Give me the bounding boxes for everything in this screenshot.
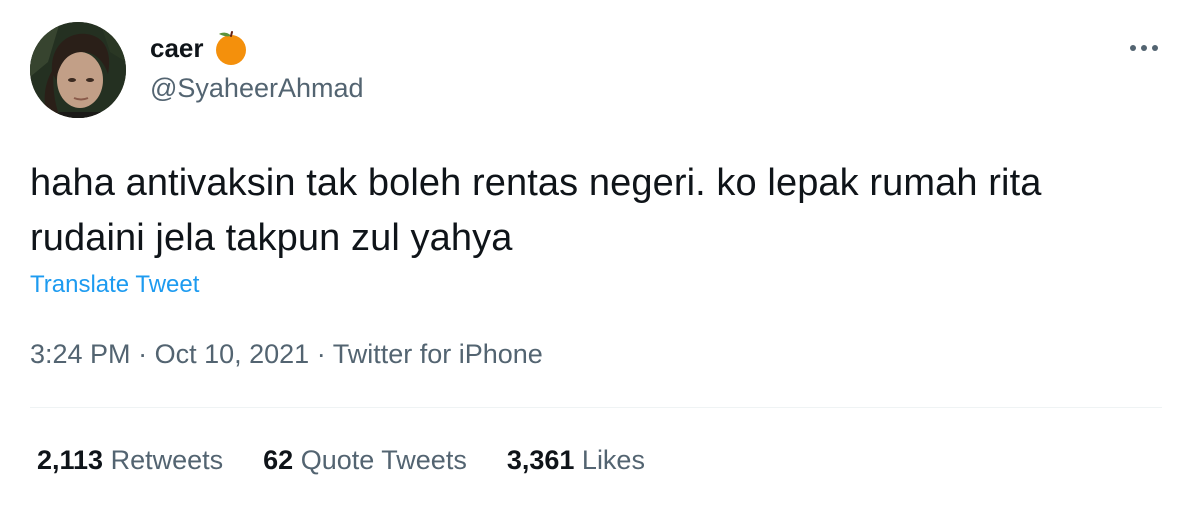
- author-handle[interactable]: @SyaheerAhmad: [150, 71, 364, 105]
- retweets-stat[interactable]: 2,113 Retweets: [37, 442, 223, 478]
- quote-tweets-count: 62: [263, 445, 294, 475]
- tweet-time[interactable]: 3:24 PM: [30, 339, 131, 369]
- more-options-button[interactable]: [1124, 30, 1164, 66]
- quote-tweets-stat[interactable]: 62 Quote Tweets: [263, 442, 467, 478]
- translate-tweet-link[interactable]: Translate Tweet: [30, 268, 199, 302]
- retweets-label: Retweets: [110, 445, 224, 475]
- display-name[interactable]: caer: [150, 31, 204, 65]
- likes-count: 3,361: [506, 445, 575, 475]
- avatar-photo-icon: [30, 22, 126, 118]
- tweet-meta: 3:24 PM · Oct 10, 2021 · Twitter for iPh…: [30, 336, 543, 372]
- retweets-count: 2,113: [37, 445, 104, 475]
- meta-separator: ·: [316, 339, 326, 369]
- author-name-row[interactable]: caer: [150, 30, 248, 66]
- avatar[interactable]: [30, 22, 126, 118]
- meta-separator: ·: [138, 339, 148, 369]
- tweet-card: caer @SyaheerAhmad haha antivaksin tak b…: [0, 0, 1192, 506]
- more-dots-icon: [1130, 45, 1158, 51]
- tweet-text: haha antivaksin tak boleh rentas negeri.…: [30, 162, 1042, 259]
- quote-tweets-label: Quote Tweets: [300, 445, 467, 475]
- tweet-date[interactable]: Oct 10, 2021: [155, 339, 310, 369]
- divider: [30, 407, 1162, 408]
- likes-label: Likes: [581, 445, 645, 475]
- tweet-stats: 2,113 Retweets 62 Quote Tweets 3,361 Lik…: [37, 442, 645, 478]
- likes-stat[interactable]: 3,361 Likes: [507, 442, 645, 478]
- tweet-source[interactable]: Twitter for iPhone: [333, 339, 543, 369]
- orange-emoji-icon: [214, 30, 248, 66]
